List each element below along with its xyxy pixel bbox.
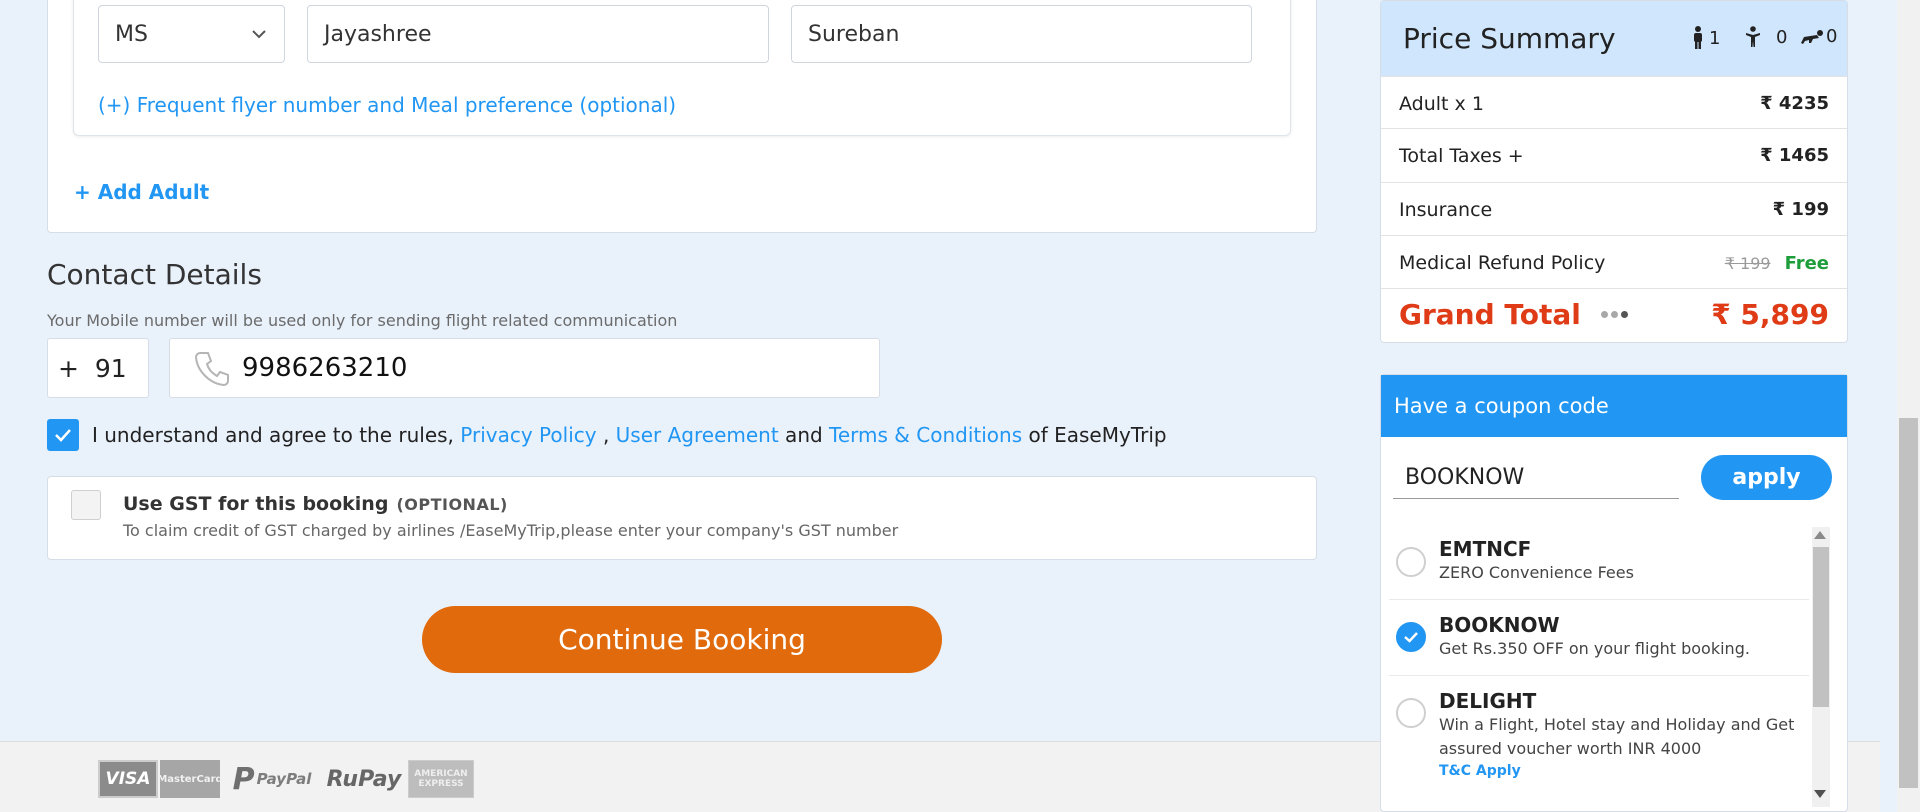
coupon-code-value: BOOKNOW [1405, 464, 1525, 490]
price-row-insurance: Insurance ₹ 199 [1381, 182, 1847, 236]
price-summary-title: Price Summary [1403, 22, 1616, 55]
amex-logo: AMERICAN EXPRESS [408, 760, 474, 798]
price-row-medical-refund: Medical Refund Policy ₹ 199 Free [1381, 235, 1847, 289]
child-count: 0 [1744, 26, 1787, 48]
apply-coupon-button[interactable]: apply [1701, 455, 1832, 500]
user-agreement-link[interactable]: User Agreement [616, 423, 779, 447]
gst-checkbox[interactable] [71, 490, 101, 520]
adult-count-value: 1 [1709, 27, 1721, 49]
coupon-code-input[interactable]: BOOKNOW [1393, 456, 1679, 499]
paypal-mark: P [232, 761, 255, 797]
coupon-code: DELIGHT [1439, 689, 1537, 713]
visa-logo: VISA [98, 760, 158, 798]
checkmark-icon [55, 429, 71, 442]
agree-comma: , [596, 423, 616, 447]
country-code-value: + 91 [58, 353, 127, 383]
coupon-radio[interactable] [1396, 547, 1426, 577]
price-row-value: ₹ 199 [1772, 199, 1829, 220]
paypal-logo: P PayPal [232, 760, 312, 798]
chevron-down-icon [252, 30, 266, 39]
country-code-field[interactable]: + 91 [47, 338, 149, 398]
agree-terms-text: I understand and agree to the rules, Pri… [92, 423, 1167, 447]
coupon-option[interactable]: EMTNCF ZERO Convenience Fees [1389, 527, 1809, 600]
agree-terms-checkbox[interactable] [47, 419, 79, 451]
grand-total-row: Grand Total ₹ 5,899 [1381, 288, 1847, 340]
coupon-desc: Get Rs.350 OFF on your flight booking. [1439, 639, 1750, 658]
child-count-value: 0 [1776, 26, 1788, 48]
coupon-option[interactable]: BOOKNOW Get Rs.350 OFF on your flight bo… [1389, 601, 1809, 676]
grand-total-label: Grand Total [1399, 298, 1581, 331]
price-row-value: ₹ 1465 [1760, 145, 1829, 166]
scroll-down-icon[interactable] [1814, 790, 1826, 798]
checkmark-icon [1404, 632, 1418, 643]
tc-apply-link[interactable]: T&C Apply [1439, 763, 1809, 779]
gst-subtitle: To claim credit of GST charged by airlin… [123, 521, 899, 540]
coupon-option[interactable]: DELIGHT Win a Flight, Hotel stay and Hol… [1389, 677, 1809, 797]
contact-note: Your Mobile number will be used only for… [47, 311, 678, 330]
agree-text-before: I understand and agree to the rules, [92, 423, 461, 447]
gst-optional-tag: (OPTIONAL) [396, 495, 508, 514]
mobile-number-value: 9986263210 [242, 353, 408, 383]
coupon-radio[interactable] [1396, 698, 1426, 728]
price-row-label: Medical Refund Policy [1399, 251, 1606, 274]
coupon-code: EMTNCF [1439, 537, 1532, 561]
infant-icon [1801, 29, 1823, 44]
price-row-label: Total Taxes + [1399, 144, 1524, 167]
infant-count: 0 [1801, 26, 1837, 47]
price-row-free: Free [1784, 252, 1829, 274]
scroll-up-icon[interactable] [1814, 531, 1826, 539]
paypal-text: PayPal [256, 770, 312, 788]
page-scroll-thumb[interactable] [1899, 418, 1918, 788]
price-row-label: Adult x 1 [1399, 92, 1484, 115]
first-name-input[interactable]: Jayashree [307, 5, 769, 63]
phone-icon [194, 352, 229, 387]
price-row-value: ₹ 4235 [1760, 93, 1829, 114]
price-row-strike: ₹ 199 [1724, 253, 1771, 273]
more-dots-icon[interactable] [1600, 311, 1628, 318]
terms-conditions-link[interactable]: Terms & Conditions [829, 423, 1022, 447]
agree-and: and [778, 423, 830, 447]
title-select[interactable]: MS [98, 5, 285, 63]
add-adult-link[interactable]: + Add Adult [74, 180, 209, 204]
grand-total-value: ₹ 5,899 [1711, 298, 1829, 331]
title-select-value: MS [115, 21, 148, 47]
continue-booking-button[interactable]: Continue Booking [422, 606, 942, 673]
first-name-value: Jayashree [324, 21, 432, 47]
last-name-input[interactable]: Sureban [791, 5, 1252, 63]
coupon-code: BOOKNOW [1439, 613, 1560, 637]
coupon-radio-selected[interactable] [1396, 622, 1426, 652]
adult-icon [1694, 26, 1702, 49]
infant-count-value: 0 [1826, 26, 1838, 47]
contact-details-heading: Contact Details [47, 258, 262, 291]
rupay-logo: RuPay [326, 766, 402, 792]
gst-title: Use GST for this booking (OPTIONAL) [123, 493, 508, 515]
price-row-adult: Adult x 1 ₹ 4235 [1381, 76, 1847, 130]
adult-count: 1 [1690, 26, 1720, 50]
price-row-taxes[interactable]: Total Taxes + ₹ 1465 [1381, 128, 1847, 182]
mastercard-logo: MasterCard [157, 760, 223, 798]
coupon-header: Have a coupon code [1381, 375, 1847, 437]
coupon-list-scroll-thumb[interactable] [1813, 547, 1829, 707]
coupon-desc: Win a Flight, Hotel stay and Holiday and… [1439, 715, 1795, 758]
gst-card [47, 476, 1317, 560]
privacy-policy-link[interactable]: Privacy Policy [460, 423, 596, 447]
frequent-flyer-link[interactable]: (+) Frequent flyer number and Meal prefe… [98, 93, 676, 117]
mobile-number-field[interactable]: 9986263210 [169, 338, 880, 398]
gst-title-text: Use GST for this booking [123, 493, 389, 515]
child-icon [1746, 26, 1760, 47]
last-name-value: Sureban [808, 21, 900, 47]
coupon-desc: ZERO Convenience Fees [1439, 563, 1634, 582]
agree-text-after: of EaseMyTrip [1022, 423, 1167, 447]
price-row-label: Insurance [1399, 198, 1493, 221]
